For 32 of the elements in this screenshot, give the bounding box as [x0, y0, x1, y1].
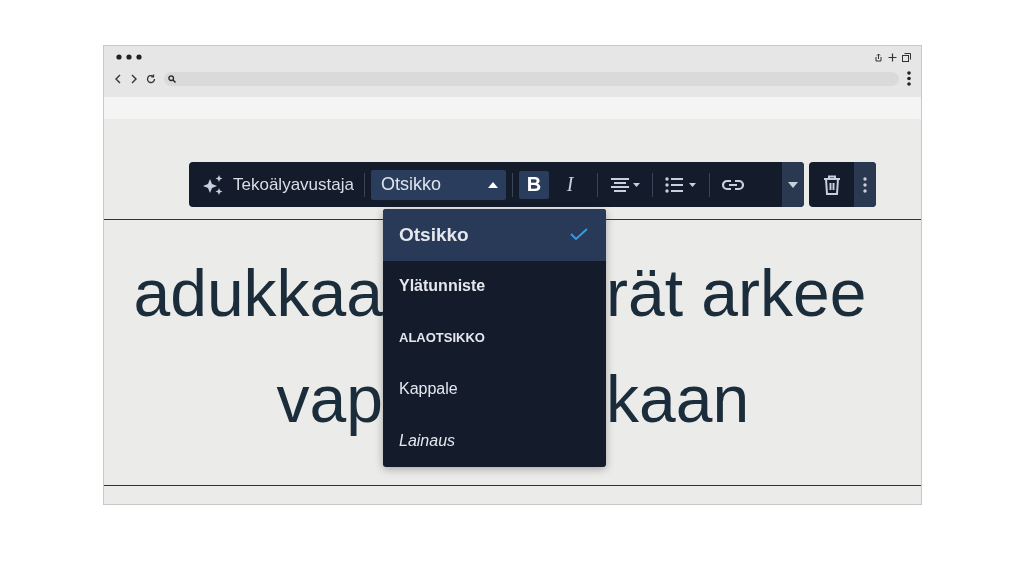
forward-icon[interactable]: [130, 73, 138, 84]
menu-item[interactable]: ALAOTSIKKO: [383, 312, 606, 364]
menu-item[interactable]: Ylätunniste: [383, 260, 606, 312]
kebab-menu-icon[interactable]: [907, 71, 911, 86]
ai-assistant-button[interactable]: Tekoälyavustaja: [197, 168, 358, 201]
menu-item[interactable]: Otsikko: [383, 209, 606, 261]
more-options-button[interactable]: [782, 162, 804, 207]
align-center-icon: [609, 176, 640, 193]
menu-item[interactable]: Lainaus: [383, 415, 606, 467]
reload-icon[interactable]: [146, 73, 156, 84]
bullet-list-icon: [664, 176, 697, 193]
checkmark-icon: [570, 228, 588, 242]
trash-icon: [822, 174, 841, 195]
block-type-select[interactable]: Otsikko: [370, 169, 506, 200]
kebab-menu-icon: [863, 176, 867, 193]
bold-button[interactable]: B: [518, 170, 549, 199]
menu-item[interactable]: Kappale: [383, 363, 606, 415]
more-menu-button[interactable]: [854, 162, 876, 207]
tabs-icon[interactable]: [902, 52, 911, 62]
plus-icon[interactable]: [888, 52, 897, 62]
caret-icon: [487, 181, 498, 188]
link-icon: [721, 178, 744, 191]
heading-text: adukkaa: [133, 255, 383, 331]
search-icon: [168, 74, 176, 83]
heading-text: rät arkee: [606, 255, 867, 331]
caret-icon: [788, 181, 798, 188]
share-icon[interactable]: [874, 52, 883, 62]
heading-text: vap: [276, 361, 383, 437]
window-dots-icon: [116, 54, 142, 60]
heading-text: kaan: [606, 361, 750, 437]
italic-button[interactable]: I: [554, 170, 585, 199]
back-icon[interactable]: [114, 73, 122, 84]
